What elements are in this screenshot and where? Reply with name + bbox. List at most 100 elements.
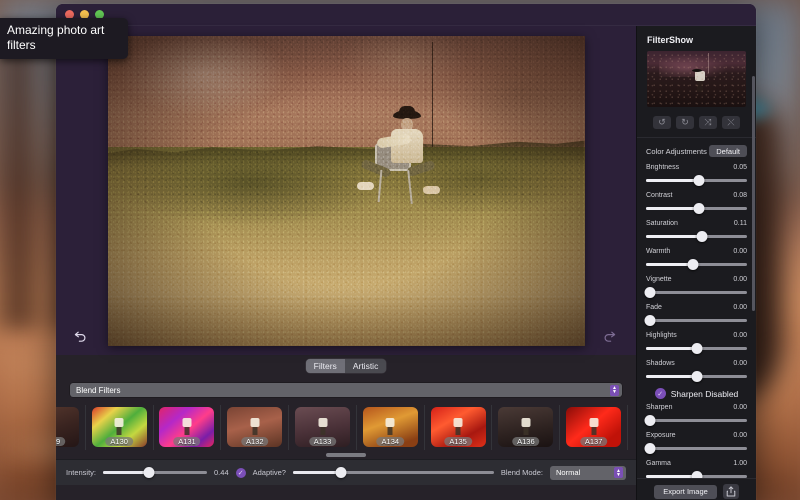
adjustment-slider-knob[interactable] bbox=[691, 471, 702, 478]
adjustment-slider[interactable]: Warmth 0.00 bbox=[646, 248, 747, 270]
filter-thumbnail[interactable]: A130 bbox=[91, 407, 147, 447]
adjustment-slider-knob[interactable] bbox=[691, 371, 702, 382]
adjustment-slider[interactable]: Shadows 0.00 bbox=[646, 360, 747, 382]
adjustment-slider[interactable]: Contrast 0.08 bbox=[646, 192, 747, 214]
adjustment-slider-track[interactable] bbox=[646, 231, 747, 242]
adjustment-slider-label: Sharpen bbox=[646, 404, 673, 411]
filter-thumbnail[interactable]: A129 bbox=[56, 407, 79, 447]
adaptive-checkbox[interactable]: ✓ bbox=[235, 467, 246, 478]
adjustment-slider-track[interactable] bbox=[646, 471, 747, 478]
adjustment-slider-track[interactable] bbox=[644, 415, 747, 426]
edited-photo[interactable] bbox=[107, 35, 585, 346]
adjustment-slider-knob[interactable] bbox=[693, 203, 705, 214]
rotate-left-icon[interactable]: ↺ bbox=[653, 116, 671, 129]
adjustment-slider-label: Vignette bbox=[646, 276, 672, 283]
adjustment-slider[interactable]: Gamma 1.00 bbox=[646, 460, 747, 478]
rotate-right-icon[interactable]: ↻ bbox=[676, 116, 694, 129]
adjustment-slider-track[interactable] bbox=[646, 259, 747, 270]
stepper-arrows-icon[interactable]: ▲ ▼ bbox=[610, 384, 619, 396]
adjustment-slider-track[interactable] bbox=[646, 203, 747, 214]
thumbnails-scrollbar-track[interactable] bbox=[56, 450, 636, 459]
adjustment-slider-track[interactable] bbox=[644, 315, 747, 326]
adjustment-slider-label: Warmth bbox=[646, 248, 671, 255]
filter-thumbnails-strip[interactable]: A129 A130 A131 A132 A133 A134 A135 A136 A137 bbox=[56, 402, 636, 450]
filter-thumbnail[interactable]: A136 bbox=[498, 407, 554, 447]
adjustment-slider-track[interactable] bbox=[644, 443, 747, 454]
adjustment-slider[interactable]: Exposure 0.00 bbox=[644, 432, 747, 454]
adjustment-slider-knob[interactable] bbox=[696, 231, 708, 242]
tab-artistic[interactable]: Artistic bbox=[345, 359, 387, 373]
filter-tabs-row: Filters Artistic bbox=[56, 355, 636, 377]
blend-mode-select[interactable]: Normal ▲ ▼ bbox=[550, 465, 626, 480]
sidebar-scrollbar[interactable] bbox=[751, 76, 755, 311]
flip-horizontal-icon[interactable]: ⤨ bbox=[699, 116, 717, 129]
redo-button[interactable] bbox=[598, 325, 620, 347]
undo-arrow-icon bbox=[74, 331, 86, 342]
adjustment-slider-fill bbox=[646, 375, 697, 378]
filter-thumbnail-cell[interactable]: A137 bbox=[560, 405, 629, 450]
adjustment-slider-track[interactable] bbox=[646, 175, 747, 186]
blend-filters-select[interactable]: Blend Filters ▲ ▼ bbox=[70, 383, 622, 397]
adjustment-slider-knob[interactable] bbox=[687, 259, 699, 270]
window-titlebar bbox=[56, 4, 756, 26]
adaptive-slider-knob[interactable] bbox=[335, 467, 347, 478]
adjustment-slider-fill bbox=[646, 347, 697, 350]
adjustment-slider-knob[interactable] bbox=[691, 343, 702, 354]
adjustment-slider-value: 0.00 bbox=[733, 404, 747, 411]
blend-mode-stepper-icon[interactable]: ▲ ▼ bbox=[614, 467, 623, 478]
filter-thumbnail[interactable]: A133 bbox=[295, 407, 351, 447]
intensity-slider[interactable] bbox=[103, 467, 208, 478]
adjustment-slider-track[interactable] bbox=[644, 287, 747, 298]
filter-thumbnail-cell[interactable]: A132 bbox=[221, 405, 290, 450]
export-image-button[interactable]: Export Image bbox=[654, 484, 717, 499]
blend-mode-label: Blend Mode: bbox=[500, 468, 543, 477]
filter-thumbnail[interactable]: A137 bbox=[566, 407, 622, 447]
adjustment-slider-knob[interactable] bbox=[644, 315, 656, 326]
adjustment-slider-label: Shadows bbox=[646, 360, 675, 367]
adjustment-slider[interactable]: Saturation 0.11 bbox=[646, 220, 747, 242]
filter-thumbnail[interactable]: A135 bbox=[430, 407, 486, 447]
adjustment-slider[interactable]: Fade 0.00 bbox=[644, 304, 747, 326]
sharpen-checkbox[interactable]: ✓ bbox=[654, 388, 666, 399]
filter-thumbnail-cell[interactable]: A130 bbox=[86, 405, 154, 450]
original-preview-thumbnail[interactable] bbox=[647, 51, 746, 107]
filter-thumbnail-label: A137 bbox=[579, 437, 608, 446]
adjustment-slider-knob[interactable] bbox=[644, 287, 656, 298]
filter-thumbnail-cell[interactable]: A133 bbox=[289, 405, 357, 450]
intensity-label: Intensity: bbox=[66, 468, 97, 477]
adaptive-slider[interactable] bbox=[292, 467, 494, 478]
undo-button[interactable] bbox=[70, 325, 92, 347]
filter-thumbnail-cell[interactable]: A129 bbox=[56, 405, 86, 450]
tab-filters[interactable]: Filters bbox=[305, 359, 345, 373]
sharpen-toggle-row[interactable]: ✓ Sharpen Disabled bbox=[646, 388, 747, 399]
adjustment-slider-value: 0.00 bbox=[733, 432, 747, 439]
blend-filters-row: Blend Filters ▲ ▼ bbox=[56, 377, 636, 402]
adjustment-slider-track[interactable] bbox=[646, 371, 747, 382]
default-button[interactable]: Default bbox=[709, 145, 747, 157]
adjustment-slider-knob[interactable] bbox=[644, 415, 656, 426]
adjustment-slider[interactable]: Brightness 0.05 bbox=[646, 164, 747, 186]
thumbnail-person bbox=[250, 418, 260, 436]
filter-thumbnail[interactable]: A134 bbox=[362, 407, 418, 447]
filter-thumbnail-label: A130 bbox=[105, 437, 133, 446]
adjustment-slider-header: Gamma 1.00 bbox=[646, 460, 747, 467]
adjustment-slider[interactable]: Highlights 0.00 bbox=[646, 332, 747, 354]
filter-thumbnail[interactable]: A131 bbox=[159, 407, 215, 447]
share-button[interactable] bbox=[722, 484, 739, 499]
adjustment-slider-value: 0.00 bbox=[733, 276, 747, 283]
flip-vertical-icon[interactable]: ⤬ bbox=[722, 116, 740, 129]
adjustment-slider-track[interactable] bbox=[646, 343, 747, 354]
adjustment-slider[interactable]: Vignette 0.00 bbox=[644, 276, 747, 298]
filter-thumbnail-cell[interactable]: A135 bbox=[425, 405, 493, 450]
filter-controls-bar: Intensity: 0.44 ✓ Adaptive? Blend Mode: … bbox=[56, 459, 636, 485]
adjustment-slider-knob[interactable] bbox=[644, 443, 656, 454]
intensity-slider-knob[interactable] bbox=[143, 467, 155, 478]
adjustment-slider-knob[interactable] bbox=[693, 175, 705, 186]
filter-thumbnail-cell[interactable]: A131 bbox=[154, 405, 222, 450]
blend-mode-value: Normal bbox=[556, 468, 581, 477]
filter-thumbnail-cell[interactable]: A136 bbox=[492, 405, 561, 450]
filter-thumbnail[interactable]: A132 bbox=[227, 407, 283, 447]
thumbnails-scrollbar-thumb[interactable] bbox=[326, 452, 366, 457]
filter-thumbnail-cell[interactable]: A134 bbox=[357, 405, 425, 450]
adjustment-slider[interactable]: Sharpen 0.00 bbox=[644, 404, 747, 426]
